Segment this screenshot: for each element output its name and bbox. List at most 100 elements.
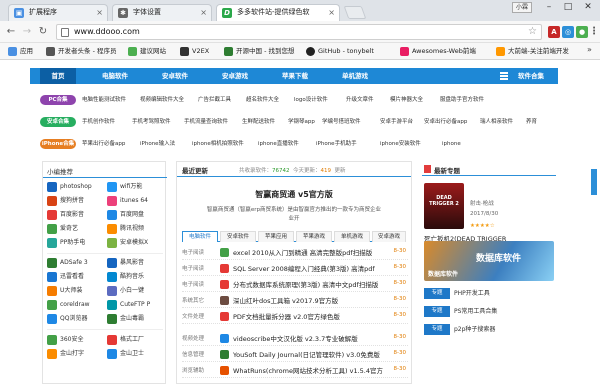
nav-pc-software[interactable]: 电脑软件 bbox=[92, 68, 138, 84]
item-category[interactable]: 电子阅读 bbox=[182, 248, 204, 256]
recommend-item[interactable]: CuteFTP P bbox=[107, 299, 150, 311]
special-topic-item[interactable]: 专题 PS常用工具合集 bbox=[424, 305, 554, 319]
tab-apple-apps[interactable]: 苹果应用 bbox=[258, 231, 294, 242]
list-item[interactable]: 电子阅读 分布式数据库系统原理(第3版) 高清中文pdf扫描版 8-30 bbox=[182, 278, 408, 292]
bookmark-apps[interactable]: 应用 bbox=[8, 45, 33, 58]
recommend-item[interactable]: 金山打字 bbox=[47, 348, 84, 360]
category-link[interactable]: iPhone输入法 bbox=[140, 139, 175, 149]
category-link[interactable]: 手机考驾照软件 bbox=[132, 117, 171, 127]
maximize-button[interactable]: □ bbox=[559, 0, 577, 15]
category-link[interactable]: 升级文章件 bbox=[346, 95, 374, 105]
recommend-item[interactable]: U大师装 bbox=[47, 285, 82, 297]
category-link[interactable]: 生鲜配送软件 bbox=[242, 117, 275, 127]
category-link[interactable]: 广告拦截工具 bbox=[198, 95, 231, 105]
bookmark-item[interactable]: 大前端-关注前端开发 bbox=[496, 45, 569, 58]
item-category[interactable]: 视频处理 bbox=[182, 334, 204, 342]
bookmark-item[interactable]: 开发者头条 - 程序员 bbox=[46, 45, 116, 58]
item-category[interactable]: 电子阅读 bbox=[182, 264, 204, 272]
item-title[interactable]: WhatRuns(chrome网站技术分析工具) v1.5.4官方 bbox=[233, 365, 383, 375]
category-link[interactable]: 手机创作软件 bbox=[82, 117, 115, 127]
list-item[interactable]: 浏览辅助 WhatRuns(chrome网站技术分析工具) v1.5.4官方 8-3… bbox=[182, 364, 408, 378]
globe-extension-icon[interactable]: ◎ bbox=[562, 26, 574, 38]
recommend-item[interactable]: 金山卫士 bbox=[107, 348, 144, 360]
item-category[interactable]: 信息管理 bbox=[182, 350, 204, 358]
tab-single-games[interactable]: 单机游戏 bbox=[334, 231, 370, 242]
category-link[interactable]: 养育 bbox=[526, 117, 537, 127]
category-link[interactable]: 安卓手游平台 bbox=[380, 117, 413, 127]
category-badge[interactable]: 安卓合集 bbox=[40, 117, 76, 127]
category-link[interactable]: iPhone手机助手 bbox=[316, 139, 357, 149]
tab-font-settings[interactable]: ✱ 字体设置 × bbox=[112, 4, 212, 21]
nav-apple-download[interactable]: 苹果下载 bbox=[272, 68, 318, 84]
item-title[interactable]: SQL Server 2008编程入门经典(第3版) 高清pdf bbox=[233, 263, 375, 273]
recommend-item[interactable]: 搜狗拼音 bbox=[47, 195, 84, 207]
category-link[interactable]: 视频编辑软件大全 bbox=[140, 95, 184, 105]
topic-title[interactable]: p2p种子搜索器 bbox=[454, 324, 495, 335]
item-category[interactable]: 系统其它 bbox=[182, 296, 204, 304]
minimize-button[interactable]: – bbox=[540, 0, 558, 15]
close-window-button[interactable]: ✕ bbox=[578, 0, 598, 15]
item-title[interactable]: excel 2010从入门到精通 高清完整版pdf扫描版 bbox=[233, 247, 372, 257]
category-badge[interactable]: PC合集 bbox=[40, 95, 76, 105]
item-category[interactable]: 浏览辅助 bbox=[182, 366, 204, 374]
nav-single-games[interactable]: 单机游戏 bbox=[332, 68, 378, 84]
category-link[interactable]: 电脑性能测试软件 bbox=[82, 95, 126, 105]
url-text[interactable]: www.ddooo.com bbox=[74, 25, 140, 39]
bookmark-star-icon[interactable]: ☆ bbox=[528, 26, 537, 37]
recommend-item[interactable]: 金山毒霸 bbox=[107, 313, 144, 325]
category-link[interactable]: 模片神器大全 bbox=[390, 95, 423, 105]
recommend-item[interactable]: 百度影音 bbox=[47, 209, 84, 221]
category-link[interactable]: 学钢琴app bbox=[288, 117, 315, 127]
list-item[interactable]: 电子阅读 excel 2010从入门到精通 高清完整版pdf扫描版 8-30 bbox=[182, 246, 408, 260]
recommend-item[interactable]: 爱奇艺 bbox=[47, 223, 78, 235]
special-topic-item[interactable]: 专题 PHP开发工具 bbox=[424, 287, 554, 301]
recommend-item[interactable]: 格式工厂 bbox=[107, 334, 144, 346]
list-item[interactable]: 文件处理 PDF文档批量拆分器 v2.0官方绿色版 8-30 bbox=[182, 310, 408, 324]
nav-home[interactable]: 首页 bbox=[40, 68, 76, 84]
new-tab-button[interactable] bbox=[343, 6, 367, 19]
category-link[interactable]: iphone相机拍照软件 bbox=[192, 139, 244, 149]
category-badge[interactable]: iPhone合集 bbox=[40, 139, 76, 149]
item-title[interactable]: videoscribe中文汉化版 v2.3.7专业破解版 bbox=[233, 333, 358, 343]
nav-android-games[interactable]: 安卓游戏 bbox=[212, 68, 258, 84]
recommend-item[interactable]: photoshop bbox=[47, 181, 92, 193]
category-link[interactable]: iphone直播软件 bbox=[258, 139, 299, 149]
profile-button[interactable]: 小霖 bbox=[512, 2, 533, 13]
list-item[interactable]: 电子阅读 SQL Server 2008编程入门经典(第3版) 高清pdf 8-30 bbox=[182, 262, 408, 276]
close-icon[interactable]: × bbox=[328, 5, 335, 20]
category-link[interactable]: 手机流量查询软件 bbox=[184, 117, 228, 127]
item-title[interactable]: PDF文档批量拆分器 v2.0官方绿色版 bbox=[233, 311, 340, 321]
item-category[interactable]: 电子阅读 bbox=[182, 280, 204, 288]
back-button[interactable]: ← bbox=[4, 25, 18, 39]
recommend-item[interactable]: 暴风影音 bbox=[107, 257, 144, 269]
recommend-item[interactable]: 腾讯视频 bbox=[107, 223, 144, 235]
reload-button[interactable]: ↻ bbox=[36, 25, 50, 39]
featured-game[interactable]: DEAD TRIGGER 2 射击·枪战 2017/8/30 ★★★★☆ 死亡扳… bbox=[424, 183, 552, 243]
green-extension-icon[interactable]: ● bbox=[576, 26, 588, 38]
item-title[interactable]: 深山红叶dos工具箱 v2017.9官方版 bbox=[233, 295, 338, 305]
recommend-item[interactable]: ADSafe 3 bbox=[47, 257, 88, 269]
category-link[interactable]: 服盘助手官方软件 bbox=[440, 95, 484, 105]
item-title[interactable]: YouSoft Daily Journal(日记管理软件) v3.0免费版 bbox=[233, 349, 380, 359]
abp-extension-icon[interactable]: A bbox=[548, 26, 560, 38]
side-floating-button[interactable] bbox=[591, 169, 597, 195]
close-icon[interactable]: × bbox=[96, 5, 103, 20]
category-link[interactable]: iphone安装软件 bbox=[380, 139, 421, 149]
nav-software-collection[interactable]: 软件合集 bbox=[510, 68, 552, 84]
category-link[interactable]: iphone bbox=[442, 139, 461, 149]
bookmark-item[interactable]: 建议网站 bbox=[128, 45, 166, 58]
list-item[interactable]: 信息管理 YouSoft Daily Journal(日记管理软件) v3.0免费… bbox=[182, 348, 408, 362]
tab-extensions[interactable]: ▣ 扩展程序 × bbox=[8, 4, 108, 21]
bookmark-item[interactable]: V2EX bbox=[180, 45, 209, 58]
bookmark-item[interactable]: Awesomes-Web前端 bbox=[400, 45, 476, 58]
recommend-item[interactable]: 360安全 bbox=[47, 334, 83, 346]
tab-pc-software[interactable]: 电脑软件 bbox=[182, 231, 218, 242]
recommend-item[interactable]: 酷狗音乐 bbox=[107, 271, 144, 283]
topic-title[interactable]: PHP开发工具 bbox=[454, 288, 490, 299]
category-link[interactable]: 学编号搭班软件 bbox=[322, 117, 361, 127]
recommend-item[interactable]: wifi万能 bbox=[107, 181, 142, 193]
category-link[interactable]: 超名软件大全 bbox=[246, 95, 279, 105]
list-item[interactable]: 视频处理 videoscribe中文汉化版 v2.3.7专业破解版 8-30 bbox=[182, 332, 408, 346]
tab-android-software[interactable]: 安卓软件 bbox=[220, 231, 256, 242]
category-link[interactable]: 安卓出行必备app bbox=[424, 117, 467, 127]
